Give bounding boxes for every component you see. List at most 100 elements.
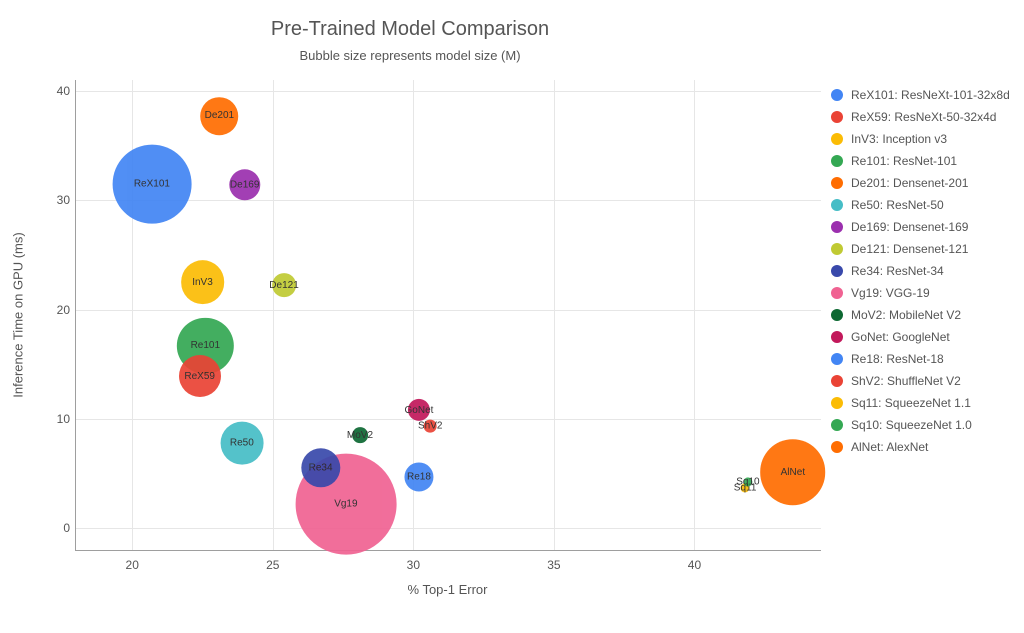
bubble-label: InV3	[192, 277, 213, 288]
legend-swatch-icon	[831, 265, 843, 277]
legend-item[interactable]: De169: Densenet-169	[831, 220, 1016, 234]
gridline-v	[694, 80, 695, 550]
legend-item[interactable]: De201: Densenet-201	[831, 176, 1016, 190]
y-axis-label: Inference Time on GPU (ms)	[11, 232, 26, 397]
legend-swatch-icon	[831, 309, 843, 321]
legend-label: De201: Densenet-201	[851, 176, 968, 190]
legend-label: MoV2: MobileNet V2	[851, 308, 961, 322]
chart-subtitle: Bubble size represents model size (M)	[0, 48, 820, 63]
legend-item[interactable]: Re101: ResNet-101	[831, 154, 1016, 168]
legend: ReX101: ResNeXt-101-32x8d ReX59: ResNeXt-…	[831, 88, 1016, 462]
bubble-label: MoV2	[347, 430, 373, 441]
bubble-rex59[interactable]: ReX59	[179, 355, 221, 397]
bubble-de121[interactable]: De121	[272, 274, 296, 298]
legend-item[interactable]: Re50: ResNet-50	[831, 198, 1016, 212]
legend-swatch-icon	[831, 155, 843, 167]
legend-label: Re34: ResNet-34	[851, 264, 944, 278]
gridline-h	[76, 310, 821, 311]
bubble-label: GoNet	[405, 405, 434, 416]
gridline-h	[76, 91, 821, 92]
legend-swatch-icon	[831, 111, 843, 123]
bubble-rex101[interactable]: ReX101	[112, 144, 191, 223]
legend-label: Re18: ResNet-18	[851, 352, 944, 366]
chart-root: Pre-Trained Model Comparison Bubble size…	[0, 0, 1024, 633]
legend-swatch-icon	[831, 441, 843, 453]
bubble-re18[interactable]: Re18	[404, 462, 433, 491]
gridline-v	[273, 80, 274, 550]
legend-item[interactable]: MoV2: MobileNet V2	[831, 308, 1016, 322]
bubble-inv3[interactable]: InV3	[181, 260, 225, 304]
legend-swatch-icon	[831, 243, 843, 255]
legend-swatch-icon	[831, 375, 843, 387]
bubble-re50[interactable]: Re50	[220, 421, 263, 464]
legend-item[interactable]: Re34: ResNet-34	[831, 264, 1016, 278]
bubble-shv2[interactable]: ShV2	[424, 420, 437, 433]
bubble-label: Re50	[230, 437, 254, 448]
gridline-h	[76, 528, 821, 529]
bubble-de201[interactable]: De201	[201, 97, 239, 135]
legend-item[interactable]: Re18: ResNet-18	[831, 352, 1016, 366]
y-tick-label: 40	[36, 84, 70, 98]
bubble-label: Vg19	[334, 499, 357, 510]
y-tick-label: 20	[36, 303, 70, 317]
y-tick-label: 10	[36, 412, 70, 426]
plot-area: 0102030402025303540Vg19ReX101AlNetRe101I…	[75, 80, 821, 551]
y-tick-label: 30	[36, 193, 70, 207]
x-tick-label: 40	[688, 558, 701, 572]
bubble-label: Re34	[309, 463, 333, 474]
legend-item[interactable]: AlNet: AlexNet	[831, 440, 1016, 454]
x-tick-label: 25	[266, 558, 279, 572]
legend-label: AlNet: AlexNet	[851, 440, 928, 454]
bubble-label: ShV2	[418, 421, 442, 432]
legend-label: De169: Densenet-169	[851, 220, 968, 234]
legend-swatch-icon	[831, 397, 843, 409]
bubble-label: Re18	[407, 471, 431, 482]
legend-label: ReX59: ResNeXt-50-32x4d	[851, 110, 996, 124]
legend-item[interactable]: ReX101: ResNeXt-101-32x8d	[831, 88, 1016, 102]
bubble-label: De201	[205, 111, 234, 122]
legend-swatch-icon	[831, 419, 843, 431]
chart-title: Pre-Trained Model Comparison	[0, 18, 820, 41]
bubble-label: Re101	[191, 340, 220, 351]
bubble-alnet[interactable]: AlNet	[760, 440, 826, 506]
legend-item[interactable]: De121: Densenet-121	[831, 242, 1016, 256]
x-tick-label: 20	[126, 558, 139, 572]
legend-swatch-icon	[831, 177, 843, 189]
legend-swatch-icon	[831, 221, 843, 233]
legend-item[interactable]: InV3: Inception v3	[831, 132, 1016, 146]
y-tick-label: 0	[36, 521, 70, 535]
bubble-label: ReX59	[184, 371, 215, 382]
x-axis-label: % Top-1 Error	[75, 582, 820, 597]
legend-item[interactable]: GoNet: GoogleNet	[831, 330, 1016, 344]
bubble-de169[interactable]: De169	[229, 169, 260, 200]
bubble-label: ReX101	[134, 178, 170, 189]
bubble-label: De169	[230, 179, 259, 190]
bubble-label: AlNet	[781, 467, 805, 478]
legend-item[interactable]: Vg19: VGG-19	[831, 286, 1016, 300]
legend-item[interactable]: ReX59: ResNeXt-50-32x4d	[831, 110, 1016, 124]
legend-label: De121: Densenet-121	[851, 242, 968, 256]
legend-swatch-icon	[831, 331, 843, 343]
gridline-h	[76, 419, 821, 420]
legend-label: GoNet: GoogleNet	[851, 330, 950, 344]
legend-label: ShV2: ShuffleNet V2	[851, 374, 961, 388]
bubble-sq10[interactable]: Sq10	[743, 478, 752, 487]
legend-label: InV3: Inception v3	[851, 132, 947, 146]
legend-label: ReX101: ResNeXt-101-32x8d	[851, 88, 1010, 102]
legend-swatch-icon	[831, 89, 843, 101]
legend-item[interactable]: ShV2: ShuffleNet V2	[831, 374, 1016, 388]
x-tick-label: 30	[407, 558, 420, 572]
legend-label: Sq11: SqueezeNet 1.1	[851, 396, 971, 410]
legend-swatch-icon	[831, 353, 843, 365]
legend-label: Vg19: VGG-19	[851, 286, 930, 300]
legend-label: Re101: ResNet-101	[851, 154, 957, 168]
bubble-mov2[interactable]: MoV2	[352, 427, 368, 443]
legend-item[interactable]: Sq11: SqueezeNet 1.1	[831, 396, 1016, 410]
x-tick-label: 35	[547, 558, 560, 572]
legend-label: Sq10: SqueezeNet 1.0	[851, 418, 972, 432]
legend-swatch-icon	[831, 133, 843, 145]
bubble-label: De121	[269, 280, 298, 291]
legend-label: Re50: ResNet-50	[851, 198, 944, 212]
legend-item[interactable]: Sq10: SqueezeNet 1.0	[831, 418, 1016, 432]
legend-swatch-icon	[831, 199, 843, 211]
